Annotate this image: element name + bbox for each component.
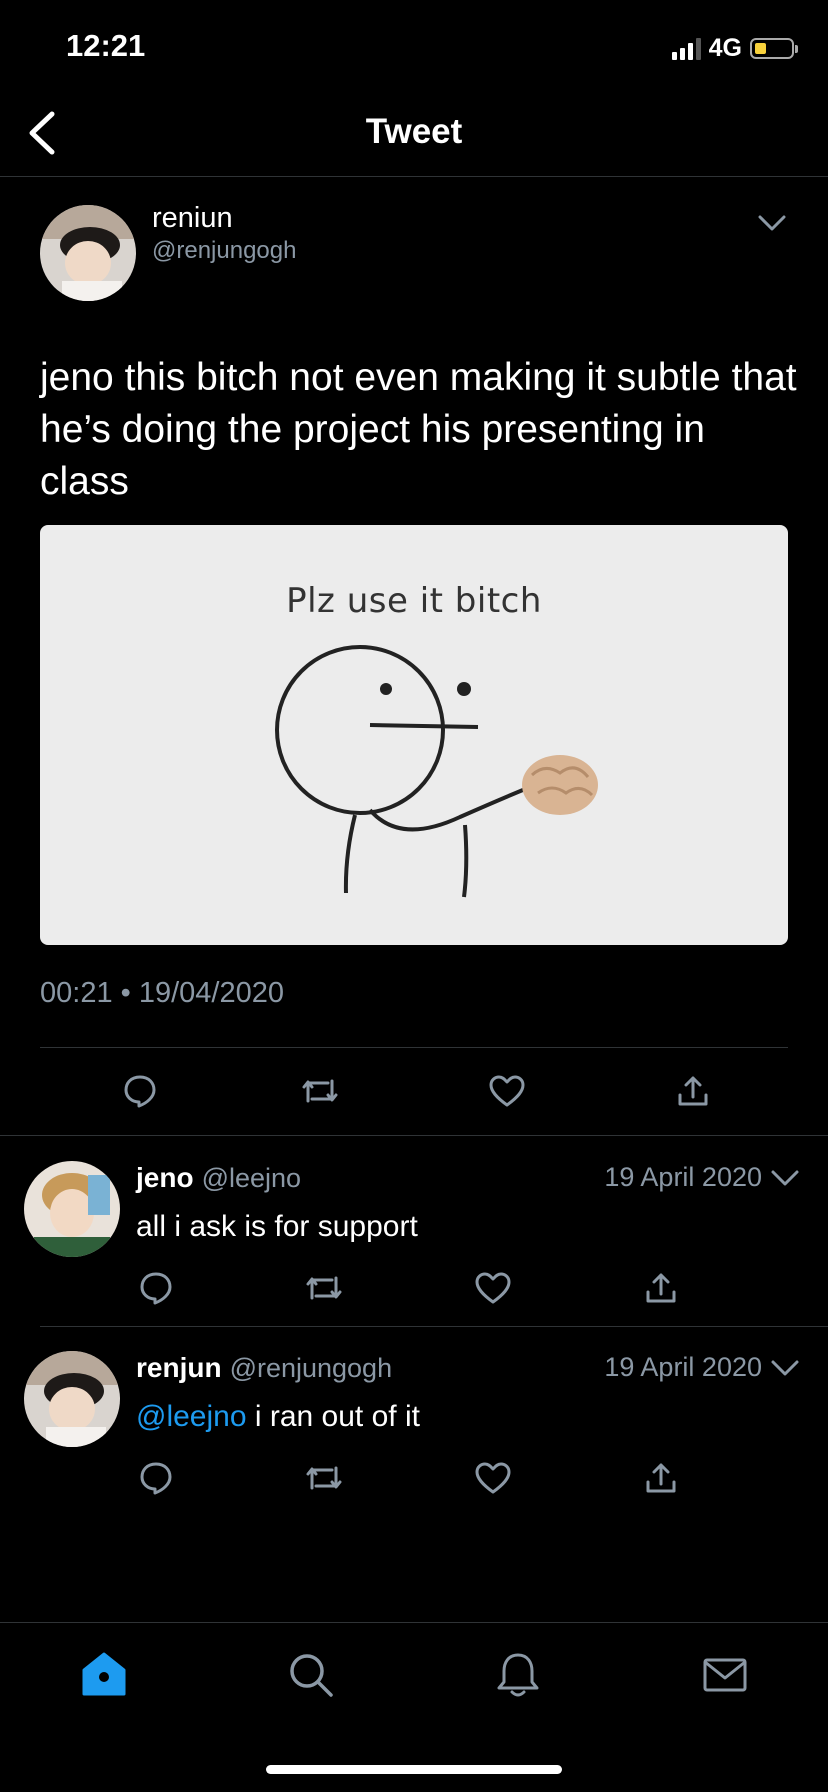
avatar[interactable] [24, 1351, 120, 1447]
reply-icon [124, 1075, 156, 1108]
reply-text: @leejno i ran out of it [136, 1400, 420, 1434]
reply-name[interactable]: jeno [136, 1162, 194, 1193]
reply-actions [136, 1452, 696, 1504]
reply-author: jeno @leejno [136, 1162, 301, 1194]
author-handle[interactable]: @renjungogh [152, 237, 296, 265]
search-icon[interactable] [286, 1650, 336, 1700]
avatar[interactable] [24, 1161, 120, 1257]
home-indicator[interactable] [266, 1765, 562, 1774]
reply-author: renjun @renjungogh [136, 1352, 392, 1384]
like-button[interactable] [481, 1065, 533, 1117]
status-time: 12:21 [66, 28, 146, 63]
tweet-text: jeno this bitch not even making it subtl… [40, 356, 797, 503]
reply-handle[interactable]: @leejno [202, 1163, 301, 1193]
reply-body: i ran out of it [246, 1400, 420, 1433]
home-icon[interactable] [79, 1650, 129, 1700]
reply-name[interactable]: renjun [136, 1352, 222, 1383]
share-icon [646, 1463, 676, 1493]
replies-divider [0, 1135, 828, 1136]
share-icon [646, 1273, 676, 1303]
tweet-image[interactable]: Plz use it bitch [40, 525, 788, 945]
retweet-button[interactable] [304, 1452, 344, 1504]
chevron-down-icon[interactable] [757, 212, 787, 234]
meme-drawing [275, 645, 598, 898]
reply-body: all i ask is for support [136, 1210, 418, 1243]
timestamp-divider [40, 1047, 788, 1048]
author-name[interactable]: reniun [152, 202, 233, 235]
chevron-down-icon[interactable] [770, 1357, 800, 1379]
reply-button[interactable] [136, 1262, 176, 1314]
status-indicators: 4G [671, 34, 798, 63]
reply-actions [136, 1262, 696, 1314]
like-button[interactable] [473, 1262, 513, 1314]
reply-icon [140, 1272, 172, 1305]
header-divider [0, 176, 828, 177]
reply-mention[interactable]: @leejno [136, 1400, 247, 1433]
reply-date: 19 April 2020 [604, 1162, 762, 1192]
reply-button[interactable] [136, 1452, 176, 1504]
retweet-icon [306, 1276, 342, 1300]
like-icon [489, 1075, 525, 1107]
network-type: 4G [708, 34, 742, 62]
share-icon [678, 1076, 708, 1106]
retweet-button[interactable] [304, 1262, 344, 1314]
like-icon [475, 1462, 511, 1494]
share-button[interactable] [667, 1065, 719, 1117]
reply-date: 19 April 2020 [604, 1352, 762, 1382]
reply-divider [40, 1326, 828, 1327]
tweet-actions [40, 1065, 788, 1117]
messages-icon[interactable] [700, 1650, 750, 1700]
retweet-button[interactable] [294, 1065, 346, 1117]
notifications-icon[interactable] [493, 1650, 543, 1700]
retweet-icon [306, 1466, 342, 1490]
share-button[interactable] [641, 1262, 681, 1314]
avatar[interactable] [40, 205, 136, 301]
page-title: Tweet [365, 112, 463, 151]
battery-icon [750, 38, 798, 59]
reply-text: all i ask is for support [136, 1210, 418, 1244]
retweet-icon [302, 1079, 338, 1103]
reply-handle[interactable]: @renjungogh [230, 1353, 393, 1383]
share-button[interactable] [641, 1452, 681, 1504]
reply-icon [140, 1462, 172, 1495]
like-icon [475, 1272, 511, 1304]
like-button[interactable] [473, 1452, 513, 1504]
tweet-timestamp: 00:21 • 19/04/2020 [40, 977, 284, 1009]
chevron-down-icon[interactable] [770, 1167, 800, 1189]
signal-icon [671, 37, 701, 60]
reply-button[interactable] [114, 1065, 166, 1117]
